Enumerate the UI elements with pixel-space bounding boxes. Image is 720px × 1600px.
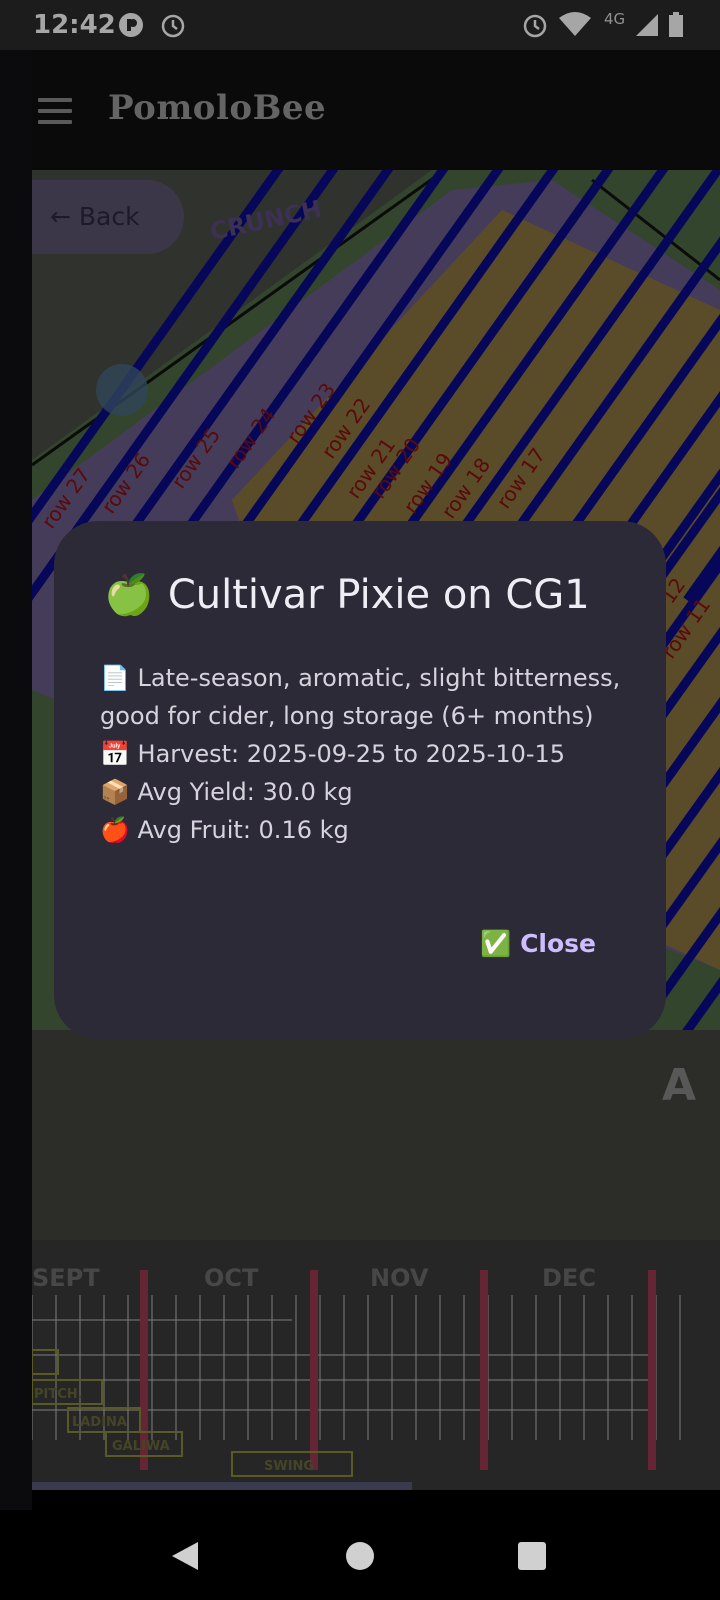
nav-recents-icon[interactable] — [518, 1542, 546, 1570]
nav-home-icon[interactable] — [346, 1542, 374, 1570]
package-icon: 📦 — [100, 778, 130, 806]
dialog-title-text: Cultivar Pixie on CG1 — [167, 572, 590, 618]
cultivar-dialog: 🍏 Cultivar Pixie on CG1 📄 Late-season, ar… — [54, 521, 666, 1039]
nav-back-icon[interactable] — [172, 1542, 198, 1570]
description-line: 📄 Late-season, aromatic, slight bitterne… — [100, 659, 640, 735]
harvest-line: 📅 Harvest: 2025-09-25 to 2025-10-15 — [100, 735, 640, 773]
close-button[interactable]: ✅ Close — [480, 929, 596, 959]
document-icon: 📄 — [100, 664, 130, 692]
system-nav-bar — [0, 1510, 720, 1600]
yield-text: Avg Yield: 30.0 kg — [137, 778, 353, 806]
check-icon: ✅ — [480, 929, 512, 958]
red-apple-icon: 🍎 — [100, 816, 130, 844]
close-label: Close — [520, 929, 596, 958]
harvest-text: Harvest: 2025-09-25 to 2025-10-15 — [137, 740, 566, 768]
fruit-text: Avg Fruit: 0.16 kg — [137, 816, 349, 844]
dialog-body: 📄 Late-season, aromatic, slight bitterne… — [100, 659, 640, 849]
dialog-title: 🍏 Cultivar Pixie on CG1 — [104, 571, 590, 618]
yield-line: 📦 Avg Yield: 30.0 kg — [100, 773, 640, 811]
description-text: Late-season, aromatic, slight bitterness… — [100, 664, 621, 730]
green-apple-icon: 🍏 — [104, 572, 154, 618]
fruit-line: 🍎 Avg Fruit: 0.16 kg — [100, 811, 640, 849]
calendar-icon: 📅 — [100, 740, 130, 768]
